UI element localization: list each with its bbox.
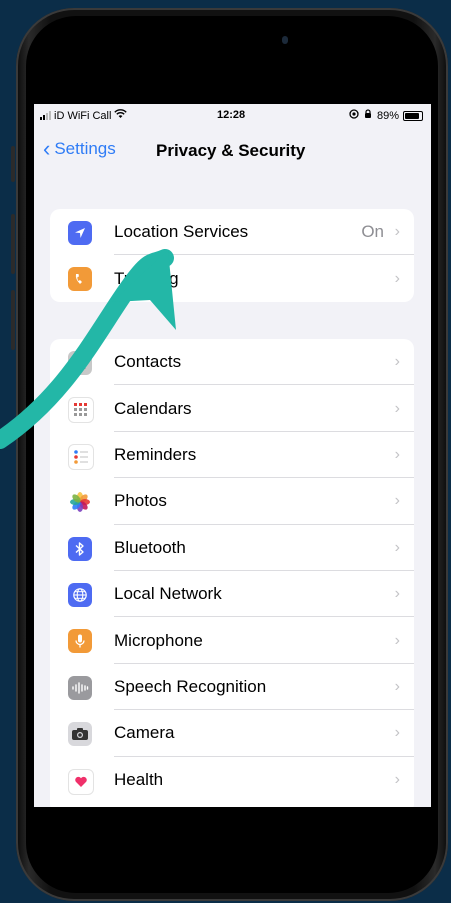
- chevron-right-icon: ›: [394, 770, 400, 788]
- navigation-bar: ‹ Settings Privacy & Security: [34, 134, 431, 164]
- status-right: 89%: [349, 109, 423, 122]
- tracking-row[interactable]: Tracking ›: [50, 255, 414, 301]
- chevron-right-icon: ›: [394, 269, 400, 287]
- reminders-row[interactable]: Reminders ›: [50, 432, 414, 479]
- battery-percent: 89%: [376, 109, 399, 122]
- microphone-row[interactable]: Microphone ›: [50, 617, 414, 665]
- row-label: Health: [114, 769, 164, 789]
- earpiece-speaker: [282, 36, 288, 44]
- app-permissions-group: Contacts › Calendars › Reminders › Photo…: [50, 339, 414, 807]
- location-services-row[interactable]: Location Services On ›: [50, 209, 414, 256]
- chevron-right-icon: ›: [394, 223, 400, 241]
- chevron-right-icon: ›: [394, 445, 400, 463]
- calendars-row[interactable]: Calendars ›: [50, 385, 414, 433]
- contacts-icon: [68, 351, 92, 375]
- chevron-right-icon: ›: [394, 399, 400, 417]
- globe-icon: [68, 582, 92, 607]
- row-label: Tracking: [114, 268, 179, 288]
- mute-switch: [11, 146, 15, 182]
- row-label: Camera: [114, 723, 175, 743]
- row-label: Local Network: [114, 584, 222, 604]
- chevron-right-icon: ›: [394, 724, 400, 742]
- phone-screen: iD WiFi Call 12:28 89% ‹ Settings Privac…: [34, 104, 431, 807]
- clock: 12:28: [217, 109, 246, 121]
- row-label: Photos: [114, 491, 167, 511]
- camera-row[interactable]: Camera ›: [50, 710, 414, 757]
- chevron-right-icon: ›: [394, 585, 400, 603]
- signal-icon: [40, 111, 51, 120]
- bluetooth-row[interactable]: Bluetooth ›: [50, 525, 414, 572]
- back-label: Settings: [54, 139, 116, 158]
- location-arrow-icon: [68, 221, 92, 245]
- health-row[interactable]: Health ›: [50, 757, 414, 803]
- row-label: Speech Recognition: [114, 676, 267, 696]
- status-bar: iD WiFi Call 12:28 89%: [34, 104, 431, 126]
- reminders-icon: [68, 443, 94, 470]
- photos-icon: [68, 490, 92, 515]
- chevron-right-icon: ›: [394, 492, 400, 510]
- chevron-right-icon: ›: [394, 631, 400, 649]
- screen-record-icon: [349, 109, 359, 122]
- row-label: Bluetooth: [114, 537, 186, 557]
- chevron-left-icon: ‹: [43, 136, 51, 161]
- orientation-lock-icon: [363, 109, 373, 122]
- chevron-right-icon: ›: [394, 353, 400, 371]
- row-value: On: [361, 222, 384, 242]
- carrier-label: iD WiFi Call: [54, 109, 112, 122]
- volume-down-button: [11, 290, 15, 350]
- page-title: Privacy & Security: [156, 141, 306, 160]
- speech-recognition-row[interactable]: Speech Recognition ›: [50, 664, 414, 711]
- tracking-icon: [68, 267, 92, 292]
- bluetooth-icon: [68, 536, 92, 561]
- contacts-row[interactable]: Contacts ›: [50, 339, 414, 386]
- location-tracking-group: Location Services On › Tracking ›: [50, 209, 414, 302]
- row-label: Reminders: [114, 444, 197, 464]
- back-button[interactable]: ‹ Settings: [43, 136, 116, 161]
- heart-icon: [68, 768, 94, 795]
- wifi-icon: [114, 109, 128, 122]
- waveform-icon: [68, 675, 92, 700]
- calendar-icon: [68, 397, 94, 424]
- camera-icon: [68, 722, 92, 747]
- photos-row[interactable]: Photos ›: [50, 478, 414, 525]
- microphone-icon: [68, 629, 92, 654]
- carrier-info: iD WiFi Call: [40, 109, 128, 122]
- row-label: Contacts: [114, 352, 182, 372]
- volume-up-button: [11, 214, 15, 274]
- battery-icon: [403, 110, 423, 121]
- chevron-right-icon: ›: [394, 538, 400, 556]
- chevron-right-icon: ›: [394, 677, 400, 695]
- row-label: Calendars: [114, 398, 192, 418]
- local-network-row[interactable]: Local Network ›: [50, 571, 414, 618]
- row-label: Microphone: [114, 630, 203, 650]
- row-label: Location Services: [114, 222, 249, 242]
